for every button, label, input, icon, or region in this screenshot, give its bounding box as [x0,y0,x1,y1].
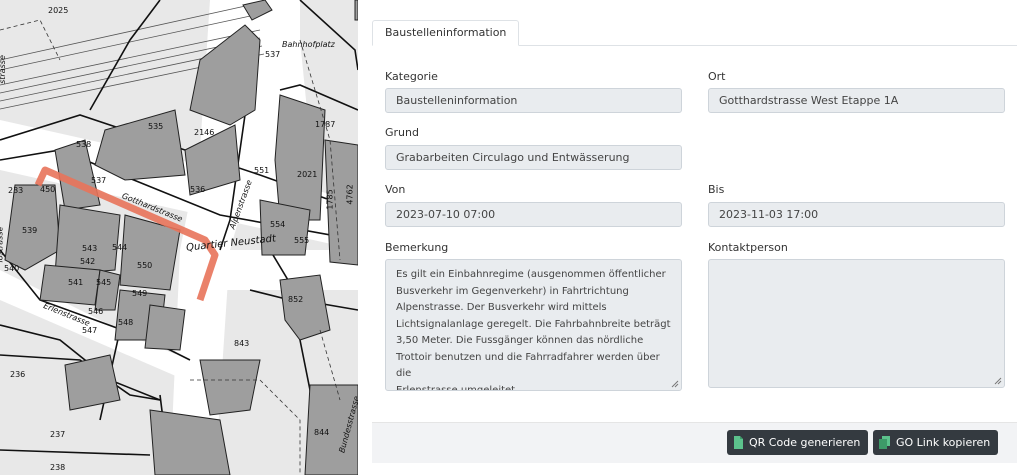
map-label: 238 [50,463,66,472]
map-label: 547 [82,326,98,335]
map-label: 4762 [345,184,355,205]
qr-code-button[interactable]: QR Code generieren [727,430,869,455]
street-label: strasse [0,55,7,84]
map-label: 550 [137,261,153,270]
map-label: 843 [234,339,250,348]
tab-bar: Baustelleninformation [372,20,1017,46]
bemerkung-line: Busverkehr im Gegenverkehr) in Fahrtrich… [396,285,629,297]
file-icon [734,436,743,449]
map-label: 540 [4,264,20,273]
bemerkung-line: Alpenstrasse. Der Busverkehr wird mittel… [396,302,607,313]
von-field[interactable]: 2023-07-10 07:00 [385,202,682,227]
resize-grip-icon[interactable] [994,377,1002,385]
map-label: 551 [254,166,270,175]
bis-label: Bis [708,183,725,196]
ort-field[interactable]: Gotthardstrasse West Etappe 1A [708,88,1005,113]
kategorie-label: Kategorie [385,70,438,83]
map-label: 1787 [315,120,336,129]
bemerkung-label: Bemerkung [385,241,449,254]
bemerkung-line: Erlenstrasse umgeleitet. [396,384,519,391]
map-label: 450 [40,185,56,194]
ort-label: Ort [708,70,726,83]
qr-code-button-label: QR Code generieren [749,436,861,449]
map-label: 548 [118,318,134,327]
bemerkung-line: Es gilt ein Einbahnregime (ausgenommen ö… [396,269,666,280]
map-label: 555 [294,236,310,245]
grund-label: Grund [385,126,419,139]
street-label: lostrasse [0,226,5,263]
grund-field[interactable]: Grabarbeiten Circulago und Entwässerung [385,145,682,170]
tab-baustelleninformation[interactable]: Baustelleninformation [372,20,520,46]
map-label: 844 [314,428,330,437]
info-panel: Baustelleninformation Kategorie Baustell… [358,0,1024,475]
map-view[interactable]: 2025 537 Bahnhofplatz 535 2146 1787 538 … [0,0,358,475]
map-label: 549 [132,289,148,298]
map-label: 236 [10,370,26,379]
map-label: 539 [22,226,38,235]
map-label: 2146 [194,128,215,137]
von-label: Von [385,183,406,196]
map-label: 537 [91,176,107,185]
map-label: 233 [8,186,24,195]
map-label: 544 [112,243,128,252]
kategorie-field[interactable]: Baustelleninformation [385,88,682,113]
map-label: 538 [76,140,92,149]
go-link-button[interactable]: GO Link kopieren [873,430,999,455]
map-label: 2025 [48,6,69,15]
map-label: Bahnhofplatz [282,40,335,49]
map-label: 543 [82,244,98,253]
map-label: 542 [80,257,96,266]
bemerkung-textarea[interactable]: Es gilt ein Einbahnregime (ausgenommen ö… [385,259,682,391]
map-label: 537 [265,50,281,59]
map-label: 554 [270,220,286,229]
action-footer: QR Code generieren GO Link kopieren [372,422,1017,463]
map-label: 1785 [325,189,335,210]
map-label: 852 [288,295,304,304]
kontaktperson-textarea[interactable] [708,259,1005,388]
resize-grip-icon[interactable] [671,380,679,388]
map-label: 545 [96,278,112,287]
map-label: 535 [148,122,164,131]
map-label: 2021 [297,170,318,179]
bis-field[interactable]: 2023-11-03 17:00 [708,202,1005,227]
map-label: 541 [68,278,84,287]
go-link-button-label: GO Link kopieren [896,436,991,449]
kontaktperson-label: Kontaktperson [708,241,788,254]
copy-icon [879,436,890,449]
map-label: 546 [88,307,104,316]
bemerkung-line: Lichtsignalanlage geregelt. Die Fahrbahn… [396,318,671,330]
map-label: 237 [50,430,66,439]
bemerkung-line: Trottoir benutzen und die Fahrradfahrer … [396,351,660,380]
map-label: 536 [190,185,206,194]
bemerkung-line: 3,50 Meter. Die Fussgänger können das nö… [396,335,644,346]
